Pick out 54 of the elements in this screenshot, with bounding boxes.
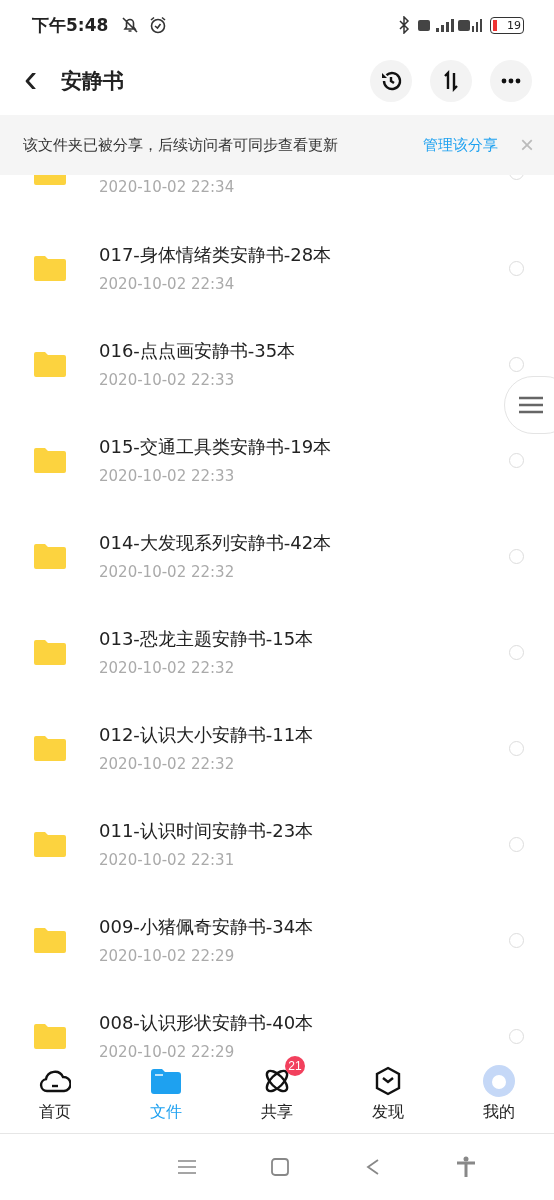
folder-date: 2020-10-02 22:32: [99, 563, 236, 581]
folder-name[interactable]: 014-大发现系列安静书-42本: [99, 531, 509, 555]
nav-tab[interactable]: 首页: [0, 1058, 111, 1133]
folder-icon: [34, 255, 66, 281]
folder-date: 2020-10-02 22:29: [99, 1043, 236, 1058]
folder-name[interactable]: 017-身体情绪类安静书-28本: [99, 243, 509, 267]
nav-tab[interactable]: 我的: [443, 1058, 554, 1133]
accessibility-icon[interactable]: [456, 1156, 477, 1178]
nav-tab[interactable]: 发现: [332, 1058, 444, 1133]
bluetooth-icon: [398, 16, 410, 34]
folder-icon: [34, 1023, 66, 1049]
menu-icon: [519, 396, 543, 414]
folder-name[interactable]: 009-小猪佩奇安静书-34本: [99, 915, 509, 939]
folder-date: 2020-10-02 22:33: [99, 371, 236, 389]
folder-name[interactable]: 016-点点画安静书-35本: [99, 339, 509, 363]
folder-title: 安静书: [61, 68, 125, 95]
history-button[interactable]: [370, 60, 412, 102]
folder-date: 2020-10-02 22:29: [99, 947, 236, 965]
more-icon: [501, 78, 521, 84]
atom-icon: [263, 1067, 291, 1095]
folder-icon: [34, 543, 66, 569]
side-menu-handle[interactable]: [504, 376, 554, 434]
folder-date: 2020-10-02 22:32: [99, 755, 236, 773]
sort-button[interactable]: [430, 60, 472, 102]
folder-icon: [34, 927, 66, 953]
folder-date: 2020-10-02 22:34: [99, 177, 236, 196]
status-time: 下午5:48: [32, 13, 109, 37]
folder-icon: [34, 351, 66, 377]
folder-name[interactable]: 012-认识大小安静书-11本: [99, 723, 509, 747]
battery-indicator: 19: [490, 16, 524, 34]
folder-name[interactable]: 008-认识形状安静书-40本: [99, 1011, 509, 1035]
folder-name[interactable]: 013-恐龙主题安静书-15本: [99, 627, 509, 651]
folder-icon: [34, 735, 66, 761]
folder-date: 2020-10-02 22:33: [99, 467, 236, 485]
signal-icon: [418, 17, 482, 33]
folder-date: 2020-10-02 22:31: [99, 851, 236, 869]
nav-tab[interactable]: 21 共享: [221, 1058, 333, 1133]
notification-badge: 21: [285, 1056, 305, 1076]
home-square-icon[interactable]: [271, 1158, 290, 1176]
folder-date: 2020-10-02 22:32: [99, 659, 236, 677]
back-button[interactable]: ‹: [18, 58, 44, 104]
more-button[interactable]: [490, 60, 532, 102]
folder-icon: [34, 639, 66, 665]
avatar-icon: [482, 1065, 515, 1097]
folder-name[interactable]: 011-认识时间安静书-23本: [99, 819, 509, 843]
share-notice: 该文件夹已被分享，后续访问者可同步查看更新: [23, 135, 338, 155]
menu-icon[interactable]: [177, 1160, 196, 1174]
folder-name[interactable]: 015-交通工具类安静书-19本: [99, 435, 509, 459]
history-icon: [379, 69, 403, 93]
folder-icon: [34, 831, 66, 857]
cube-icon: [373, 1066, 402, 1096]
folder-icon: [34, 447, 66, 473]
folder-date: 2020-10-02 22:34: [99, 275, 236, 293]
folder-icon: [151, 1068, 182, 1094]
